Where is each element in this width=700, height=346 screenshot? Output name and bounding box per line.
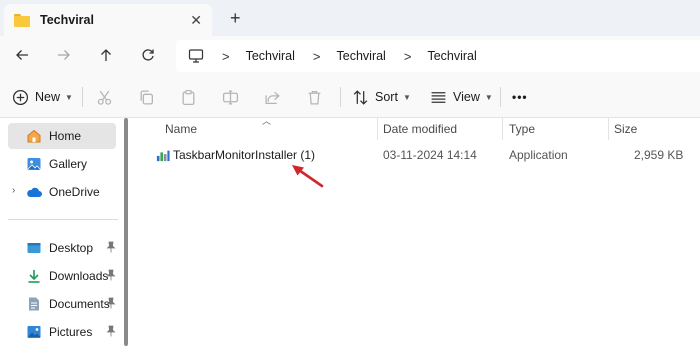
rename-button[interactable]: [222, 86, 239, 108]
file-size: 2,959 KB: [634, 148, 684, 162]
sidebar-item-gallery[interactable]: Gallery: [8, 151, 116, 177]
scissors-icon: [97, 90, 112, 105]
back-arrow-icon: [16, 50, 28, 60]
cut-button[interactable]: [96, 86, 113, 108]
sidebar-item-label: Home: [49, 129, 82, 143]
sort-label: Sort: [375, 90, 398, 104]
sidebar-item-home[interactable]: Home: [8, 123, 116, 149]
close-tab-icon[interactable]: ✕: [190, 12, 202, 28]
column-header-date-modified[interactable]: Date modified: [383, 118, 457, 140]
file-type: Application: [509, 148, 568, 162]
sort-button[interactable]: Sort ▼: [352, 86, 411, 108]
file-list: ︿ Name Date modified Type Size TaskbarMo…: [132, 116, 700, 346]
chevron-right-icon[interactable]: ›: [12, 185, 15, 196]
pin-icon[interactable]: [106, 325, 116, 337]
column-divider[interactable]: [502, 118, 503, 140]
sidebar-item-onedrive[interactable]: › OneDrive: [8, 179, 116, 205]
gallery-icon: [26, 156, 42, 172]
installer-icon: [156, 144, 170, 166]
pin-icon[interactable]: [106, 297, 116, 309]
column-divider[interactable]: [608, 118, 609, 140]
column-header-size[interactable]: Size: [614, 118, 637, 140]
breadcrumb-separator: >: [403, 48, 412, 64]
column-header-name[interactable]: Name: [165, 118, 197, 140]
plus-circle-icon: [12, 89, 29, 105]
sidebar-item-label: Documents: [49, 297, 110, 311]
address-bar[interactable]: > Techviral > Techviral > Techviral: [176, 40, 700, 72]
chevron-down-icon: ▼: [65, 92, 73, 102]
breadcrumb-item[interactable]: Techviral: [337, 49, 386, 63]
copy-button[interactable]: [138, 86, 155, 108]
folder-icon: [14, 13, 30, 27]
file-date-modified: 03-11-2024 14:14: [383, 148, 477, 162]
trash-icon: [308, 90, 321, 105]
sidebar-divider: [8, 219, 118, 220]
chevron-down-icon: ▼: [402, 92, 411, 102]
pin-icon[interactable]: [106, 241, 116, 253]
breadcrumb-separator: >: [222, 48, 230, 64]
sidebar-item-desktop[interactable]: Desktop: [8, 235, 116, 261]
view-list-icon: [431, 91, 446, 103]
sidebar-item-label: Pictures: [49, 325, 93, 339]
breadcrumb-item[interactable]: Techviral: [246, 49, 295, 63]
computer-icon: [188, 49, 204, 63]
sort-ascending-icon: ︿: [262, 116, 272, 126]
column-header-type[interactable]: Type: [509, 118, 535, 140]
tab-strip: Techviral ✕ +: [0, 0, 700, 36]
sidebar-item-label: OneDrive: [49, 185, 100, 199]
rename-icon: [222, 89, 239, 105]
breadcrumb-separator: >: [312, 48, 321, 64]
navigation-bar: > Techviral > Techviral > Techviral: [0, 36, 700, 76]
breadcrumb-item[interactable]: Techviral: [427, 49, 476, 63]
command-bar: New ▼ Sort ▼ View ▼ •••: [0, 76, 700, 118]
sidebar-item-label: Gallery: [49, 157, 88, 171]
toolbar-divider: [340, 87, 341, 107]
back-button[interactable]: [10, 44, 34, 66]
copy-icon: [140, 89, 153, 105]
sidebar-item-label: Desktop: [49, 241, 94, 255]
paste-button[interactable]: [180, 86, 197, 108]
view-label: View: [453, 90, 480, 104]
chevron-down-icon: ▼: [484, 92, 493, 102]
onedrive-icon: [26, 184, 42, 200]
sidebar-scrollbar[interactable]: [124, 118, 128, 346]
forward-arrow-icon: [58, 50, 70, 60]
share-button[interactable]: [264, 86, 281, 108]
refresh-icon: [142, 49, 154, 61]
share-icon: [265, 91, 280, 104]
pin-icon[interactable]: [106, 269, 116, 281]
view-button[interactable]: View ▼: [430, 86, 493, 108]
refresh-button[interactable]: [136, 44, 160, 66]
tab-title: Techviral: [40, 13, 94, 27]
toolbar-divider: [500, 87, 501, 107]
tab-techviral[interactable]: Techviral ✕: [4, 4, 212, 36]
pictures-icon: [26, 324, 42, 340]
new-tab-button[interactable]: +: [230, 8, 241, 28]
clipboard-icon: [182, 89, 195, 105]
downloads-icon: [26, 268, 42, 284]
forward-button[interactable]: [52, 44, 76, 66]
up-arrow-icon: [101, 49, 111, 61]
new-button[interactable]: New ▼: [12, 86, 73, 108]
sidebar-item-pictures[interactable]: Pictures: [8, 319, 116, 345]
sort-icon: [353, 89, 368, 105]
sidebar-item-documents[interactable]: Documents: [8, 291, 116, 317]
table-row[interactable]: TaskbarMonitorInstaller (1) 03-11-2024 1…: [132, 144, 700, 166]
sidebar-item-downloads[interactable]: Downloads: [8, 263, 116, 289]
up-button[interactable]: [94, 44, 118, 66]
documents-icon: [26, 296, 42, 312]
sidebar-item-label: Downloads: [49, 269, 109, 283]
home-icon: [26, 128, 42, 144]
more-options-button[interactable]: •••: [512, 86, 528, 108]
annotation-arrow-icon: [292, 165, 324, 188]
toolbar-divider: [82, 87, 83, 107]
navigation-pane: Home Gallery › OneDrive Desktop Download…: [0, 118, 126, 346]
delete-button[interactable]: [306, 86, 323, 108]
desktop-folder-icon: [26, 240, 42, 256]
column-divider[interactable]: [377, 118, 378, 140]
new-label: New: [35, 90, 61, 104]
